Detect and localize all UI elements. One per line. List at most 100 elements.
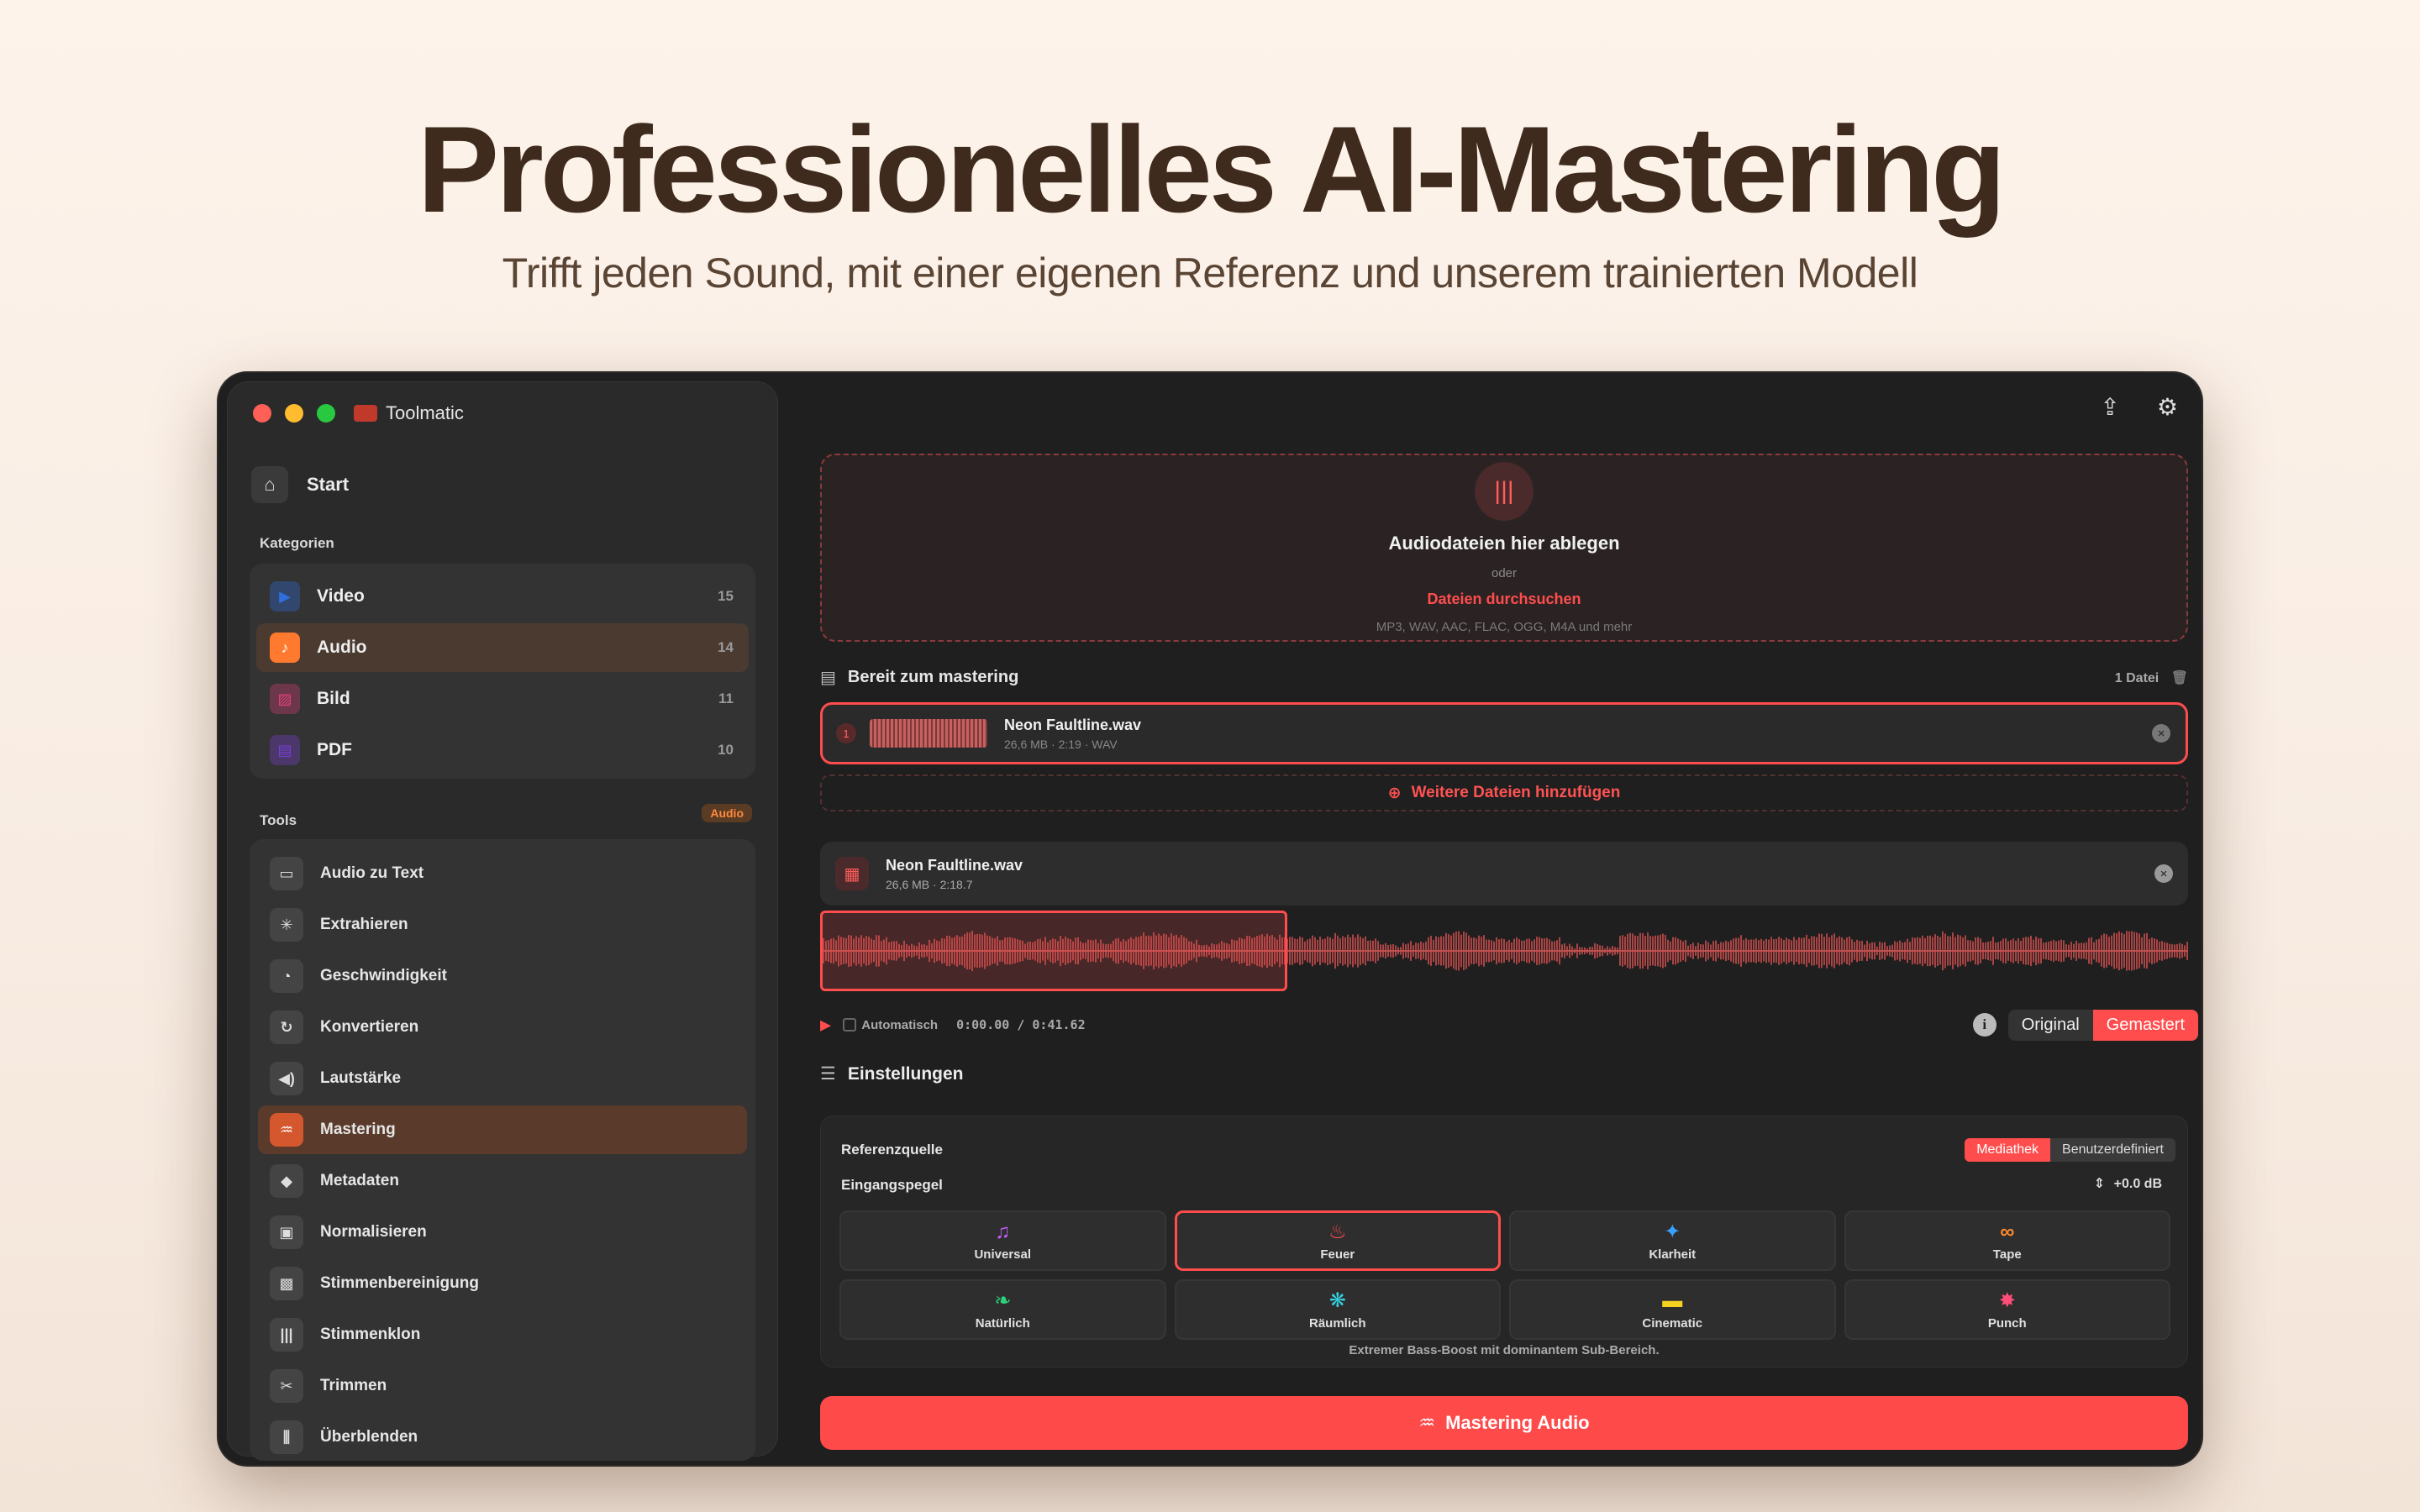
minimize-window-button[interactable] bbox=[285, 404, 303, 423]
video-icon: ▶ bbox=[270, 581, 300, 612]
speech-bubble-icon: ▭ bbox=[270, 857, 303, 890]
tools-filter-badge: Audio bbox=[702, 804, 752, 822]
voice-clean-icon: ▩ bbox=[270, 1267, 303, 1300]
preset-icon: ✦ bbox=[1664, 1221, 1681, 1243]
settings-header: ☰ Einstellungen bbox=[820, 1063, 964, 1084]
preset-tape[interactable]: ∞ Tape bbox=[1844, 1210, 2170, 1271]
play-icon[interactable]: ▶ bbox=[820, 1015, 831, 1036]
category-count: 14 bbox=[718, 639, 734, 655]
preset-cinematic[interactable]: ▬ Cinematic bbox=[1509, 1279, 1836, 1340]
tool-item-lautstärke[interactable]: ◀) Lautstärke bbox=[258, 1054, 747, 1103]
crossfade-icon: ⫼ bbox=[270, 1420, 303, 1454]
tool-item-stimmenklon[interactable]: ||| Stimmenklon bbox=[258, 1310, 747, 1359]
trash-icon[interactable]: 🗑 bbox=[2171, 671, 2188, 685]
close-player-icon[interactable]: × bbox=[2154, 864, 2173, 883]
preset-feuer[interactable]: ♨ Feuer bbox=[1174, 1210, 1501, 1271]
tool-item-audio-zu-text[interactable]: ▭ Audio zu Text bbox=[258, 849, 747, 898]
share-icon[interactable]: ⇪ bbox=[2100, 393, 2119, 421]
hero-subtitle: Trifft jeden Sound, mit einer eigenen Re… bbox=[502, 249, 1918, 297]
waveform[interactable] bbox=[820, 911, 2188, 995]
toggle-mastered[interactable]: Gemastert bbox=[2092, 1009, 2198, 1041]
tool-item-trimmen[interactable]: ✂ Trimmen bbox=[258, 1362, 747, 1410]
convert-icon: ↻ bbox=[270, 1011, 303, 1044]
normalize-icon: ▣ bbox=[270, 1215, 303, 1249]
file-meta: 26,6 MB · 2:19 · WAV bbox=[1004, 737, 1118, 751]
queue-title: Bereit zum mastering bbox=[847, 668, 1019, 686]
ref-library-option[interactable]: Mediathek bbox=[1965, 1138, 2051, 1162]
app-name-label: Toolmatic bbox=[386, 402, 464, 423]
sidebar-item-audio[interactable]: ♪ Audio 14 bbox=[256, 623, 749, 672]
tool-label: Stimmenklon bbox=[320, 1326, 421, 1343]
preset-label: Tape bbox=[1992, 1247, 2022, 1262]
tool-item-mastering[interactable]: ♒ Mastering bbox=[258, 1105, 747, 1154]
tool-item-überblenden[interactable]: ⫼ Überblenden bbox=[258, 1413, 747, 1462]
mastering-button-label: Mastering Audio bbox=[1445, 1412, 1590, 1433]
sidebar-item-video[interactable]: ▶ Video 15 bbox=[256, 572, 749, 621]
preset-label: Klarheit bbox=[1649, 1247, 1697, 1262]
input-gain-stepper[interactable]: ⇕ +0.0 dB bbox=[2094, 1175, 2162, 1192]
player-file-meta: 26,6 MB · 2:18.7 bbox=[886, 877, 973, 891]
compare-toggle-group: i Original Gemastert bbox=[1972, 1009, 2198, 1041]
auto-label: Automatisch bbox=[861, 1017, 939, 1032]
toolbar: ⇪ ⚙ bbox=[2100, 393, 2178, 421]
tool-item-stimmenbereinigung[interactable]: ▩ Stimmenbereinigung bbox=[258, 1259, 747, 1308]
queue-file-item[interactable]: 1 Neon Faultline.wav 26,6 MB · 2:19 · WA… bbox=[820, 702, 2188, 764]
preset-icon: ∞ bbox=[2000, 1220, 2015, 1243]
home-icon: ⌂ bbox=[251, 466, 288, 503]
file-waveform-thumb bbox=[870, 719, 987, 748]
tool-label: Lautstärke bbox=[320, 1069, 402, 1087]
gear-icon[interactable]: ⚙ bbox=[2157, 393, 2178, 421]
close-window-button[interactable] bbox=[253, 404, 271, 423]
category-label: Audio bbox=[317, 638, 367, 657]
zoom-window-button[interactable] bbox=[317, 404, 335, 423]
auto-checkbox[interactable] bbox=[843, 1018, 857, 1032]
preset-icon: ❋ bbox=[1328, 1289, 1346, 1312]
preset-räumlich[interactable]: ❋ Räumlich bbox=[1174, 1279, 1501, 1340]
preset-klarheit[interactable]: ✦ Klarheit bbox=[1509, 1210, 1836, 1271]
tool-item-extrahieren[interactable]: ✳ Extrahieren bbox=[258, 900, 747, 949]
tool-label: Mastering bbox=[320, 1121, 396, 1138]
preset-icon: ♨ bbox=[1328, 1221, 1347, 1243]
plus-circle-icon: ⊕ bbox=[1387, 784, 1402, 802]
preset-natürlich[interactable]: ❧ Natürlich bbox=[839, 1279, 1166, 1340]
category-count: 11 bbox=[718, 690, 734, 706]
image-icon: ▨ bbox=[270, 684, 300, 714]
tool-item-normalisieren[interactable]: ▣ Normalisieren bbox=[258, 1208, 747, 1257]
preset-universal[interactable]: ♫ Universal bbox=[839, 1210, 1166, 1271]
tool-item-geschwindigkeit[interactable]: ◔ Geschwindigkeit bbox=[258, 952, 747, 1000]
category-count: 10 bbox=[718, 742, 734, 758]
player-header: ▦ Neon Faultline.wav 26,6 MB · 2:18.7 × bbox=[820, 842, 2188, 906]
sidebar: Toolmatic ⌂ Start Kategorien ▶ Video 15 ♪ Au… bbox=[227, 381, 778, 1461]
sidebar-item-bild[interactable]: ▨ Bild 11 bbox=[256, 675, 749, 723]
preset-punch[interactable]: ✸ Punch bbox=[1844, 1279, 2170, 1340]
tool-item-metadaten[interactable]: ◆ Metadaten bbox=[258, 1157, 747, 1205]
remove-file-icon[interactable]: × bbox=[2152, 724, 2170, 743]
info-icon[interactable]: i bbox=[1972, 1013, 1996, 1037]
sidebar-item-pdf[interactable]: ▤ PDF 10 bbox=[256, 726, 749, 774]
sidebar-item-start[interactable]: ⌂ Start bbox=[251, 466, 349, 503]
sliders-icon: ☰ bbox=[820, 1064, 836, 1084]
window-controls bbox=[253, 404, 335, 423]
compare-toggle: Original Gemastert bbox=[2007, 1009, 2198, 1041]
browse-files-link[interactable]: Dateien durchsuchen bbox=[822, 591, 2186, 608]
tool-item-konvertieren[interactable]: ↻ Konvertieren bbox=[258, 1003, 747, 1052]
archive-icon: ▤ bbox=[820, 669, 836, 687]
preset-label: Natürlich bbox=[975, 1316, 1030, 1331]
add-more-files-button[interactable]: ⊕ Weitere Dateien hinzufügen bbox=[820, 774, 2188, 811]
main-panel: ⇪ ⚙ ||| Audiodateien hier ablegen oder D… bbox=[778, 373, 2202, 1465]
toggle-original[interactable]: Original bbox=[2008, 1010, 2093, 1041]
ref-custom-option[interactable]: Benutzerdefiniert bbox=[2050, 1138, 2175, 1162]
mastering-audio-button[interactable]: ♒ Mastering Audio bbox=[820, 1396, 2188, 1450]
tools-list: ▭ Audio zu Text ✳ Extrahieren ◔ Geschwindigke… bbox=[250, 839, 755, 1461]
preset-label: Cinematic bbox=[1642, 1315, 1703, 1331]
waveform-selection[interactable] bbox=[820, 911, 1287, 991]
settings-title: Einstellungen bbox=[847, 1063, 964, 1084]
tag-icon: ◆ bbox=[270, 1164, 303, 1198]
start-label: Start bbox=[307, 474, 350, 495]
file-dropzone[interactable]: ||| Audiodateien hier ablegen oder Datei… bbox=[820, 454, 2188, 642]
preset-label: Räumlich bbox=[1308, 1316, 1366, 1331]
mastering-icon: ♒ bbox=[1418, 1412, 1436, 1433]
scissors-icon: ✂ bbox=[270, 1369, 303, 1403]
film-icon: ▦ bbox=[835, 857, 869, 890]
time-readout: 0:00.00 / 0:41.62 bbox=[956, 1017, 1086, 1032]
